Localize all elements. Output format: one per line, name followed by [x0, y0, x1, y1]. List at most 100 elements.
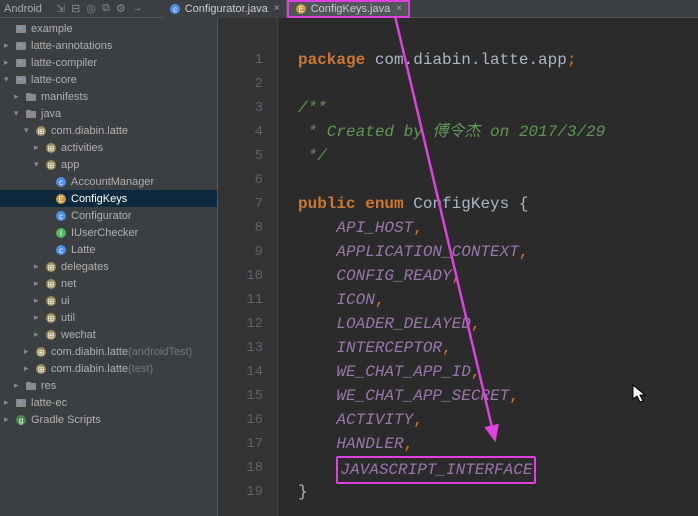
- chevron-icon[interactable]: ▸: [24, 363, 34, 374]
- highlight-box: JAVASCRIPT_INTERFACE: [336, 456, 536, 484]
- chevron-icon[interactable]: ▸: [34, 295, 44, 306]
- tree-item-label: ui: [61, 295, 70, 307]
- enum-field: CONFIG_READY: [336, 267, 451, 285]
- chevron-icon[interactable]: ▾: [34, 159, 44, 170]
- package-name: com.diabin.latte.app: [375, 51, 567, 69]
- chevron-icon[interactable]: ▸: [4, 414, 14, 425]
- collapse-icon[interactable]: ⊟: [71, 2, 80, 15]
- tree-item-net[interactable]: ▸⊞net: [0, 275, 217, 292]
- folder-icon: [24, 90, 38, 104]
- svg-text:c: c: [173, 5, 177, 14]
- tree-item-util[interactable]: ▸⊞util: [0, 309, 217, 326]
- chevron-icon[interactable]: ▸: [4, 40, 14, 51]
- tab-configurator[interactable]: c Configurator.java ×: [163, 0, 287, 18]
- code-area[interactable]: package com.diabin.latte.app; /** * Crea…: [278, 18, 698, 516]
- tree-item-app[interactable]: ▾⊞app: [0, 156, 217, 173]
- target-icon[interactable]: ◎: [86, 2, 96, 15]
- chevron-icon[interactable]: ▾: [24, 125, 34, 136]
- chevron-icon[interactable]: ▸: [24, 346, 34, 357]
- tree-item-latte-annotations[interactable]: ▸latte-annotations: [0, 37, 217, 54]
- tree-item-configurator[interactable]: cConfigurator: [0, 207, 217, 224]
- chevron-icon[interactable]: ▸: [4, 57, 14, 68]
- close-icon[interactable]: ×: [274, 3, 280, 14]
- enum-icon: E: [295, 3, 307, 15]
- chevron-icon[interactable]: ▸: [34, 142, 44, 153]
- tree-item-suffix: (androidTest): [128, 346, 192, 358]
- tree-item-res[interactable]: ▸res: [0, 377, 217, 394]
- enum-field: API_HOST: [336, 219, 413, 237]
- tree-item-wechat[interactable]: ▸⊞wechat: [0, 326, 217, 343]
- tree-item-configkeys[interactable]: EConfigKeys: [0, 190, 217, 207]
- tree-item-com-diabin-latte[interactable]: ▾⊞com.diabin.latte: [0, 122, 217, 139]
- expand-icon[interactable]: ⇲: [56, 2, 65, 15]
- svg-text:E: E: [58, 195, 63, 204]
- class-icon: c: [54, 209, 68, 223]
- tree-item-latte-ec[interactable]: ▸latte-ec: [0, 394, 217, 411]
- tree-item-latte-compiler[interactable]: ▸latte-compiler: [0, 54, 217, 71]
- package-icon: ⊞: [44, 141, 58, 155]
- tree-item-gradle-scripts[interactable]: ▸gGradle Scripts: [0, 411, 217, 428]
- line-number: 4: [218, 120, 277, 144]
- arrow-icon[interactable]: →: [132, 2, 143, 15]
- tree-item-com-diabin-latte[interactable]: ▸⊞com.diabin.latte (test): [0, 360, 217, 377]
- tree-item-label: Gradle Scripts: [31, 414, 101, 426]
- chevron-icon[interactable]: ▸: [34, 261, 44, 272]
- package-icon: ⊞: [44, 158, 58, 172]
- package-icon: ⊞: [44, 311, 58, 325]
- enum-field: HANDLER: [336, 435, 403, 453]
- tree-item-label: java: [41, 108, 61, 120]
- chevron-icon[interactable]: ▸: [14, 380, 24, 391]
- tree-item-ui[interactable]: ▸⊞ui: [0, 292, 217, 309]
- chevron-icon[interactable]: ▸: [14, 91, 24, 102]
- package-icon: ⊞: [34, 362, 48, 376]
- svg-text:⊞: ⊞: [48, 263, 55, 272]
- chevron-icon[interactable]: ▸: [4, 397, 14, 408]
- gear-icon[interactable]: ⚙: [116, 2, 126, 15]
- split-icon[interactable]: ⧉: [102, 2, 110, 15]
- class-icon: c: [169, 3, 181, 15]
- tree-item-accountmanager[interactable]: cAccountManager: [0, 173, 217, 190]
- class-icon: c: [54, 243, 68, 257]
- package-icon: ⊞: [44, 260, 58, 274]
- tree-item-java[interactable]: ▾ java: [0, 105, 217, 122]
- line-number: 3: [218, 96, 277, 120]
- tree-item-label: IUserChecker: [71, 227, 138, 239]
- brace-open: {: [519, 195, 529, 213]
- enum-field: ACTIVITY: [336, 411, 413, 429]
- svg-text:c: c: [59, 178, 63, 187]
- brace-close: }: [298, 483, 308, 501]
- class-name: ConfigKeys: [413, 195, 509, 213]
- close-icon[interactable]: ×: [396, 3, 402, 14]
- chevron-icon[interactable]: ▾: [4, 74, 14, 85]
- tree-item-label: Configurator: [71, 210, 132, 222]
- project-tree[interactable]: example▸latte-annotations▸latte-compiler…: [0, 18, 218, 516]
- line-number: 8: [218, 216, 277, 240]
- tree-item-latte[interactable]: cLatte: [0, 241, 217, 258]
- chevron-icon[interactable]: ▸: [34, 312, 44, 323]
- tree-item-iuserchecker[interactable]: IIUserChecker: [0, 224, 217, 241]
- line-number: 10: [218, 264, 277, 288]
- folder-icon: [24, 379, 38, 393]
- module-icon: [14, 56, 28, 70]
- tree-item-latte-core[interactable]: ▾ latte-core: [0, 71, 217, 88]
- line-number: 18: [218, 456, 277, 480]
- chevron-icon[interactable]: ▸: [34, 329, 44, 340]
- tree-item-delegates[interactable]: ▸⊞delegates: [0, 258, 217, 275]
- tree-item-manifests[interactable]: ▸manifests: [0, 88, 217, 105]
- tab-configkeys[interactable]: E ConfigKeys.java ×: [287, 0, 410, 18]
- gutter: 12345678910111213141516171819: [218, 18, 278, 516]
- doc-comment-open: /**: [298, 99, 327, 117]
- tree-item-activities[interactable]: ▸⊞activities: [0, 139, 217, 156]
- folder-icon: [24, 107, 38, 121]
- svg-text:⊞: ⊞: [48, 314, 55, 323]
- enum-field: LOADER_DELAYED: [336, 315, 470, 333]
- module-icon: [14, 396, 28, 410]
- project-view-label[interactable]: Android: [4, 3, 42, 15]
- tree-item-com-diabin-latte[interactable]: ▸⊞com.diabin.latte (androidTest): [0, 343, 217, 360]
- line-number: 16: [218, 408, 277, 432]
- chevron-icon[interactable]: ▾: [14, 108, 24, 119]
- tree-item-label: latte-core: [31, 74, 77, 86]
- chevron-icon[interactable]: ▸: [34, 278, 44, 289]
- editor[interactable]: 12345678910111213141516171819 package co…: [218, 18, 698, 516]
- tree-item-example[interactable]: example: [0, 20, 217, 37]
